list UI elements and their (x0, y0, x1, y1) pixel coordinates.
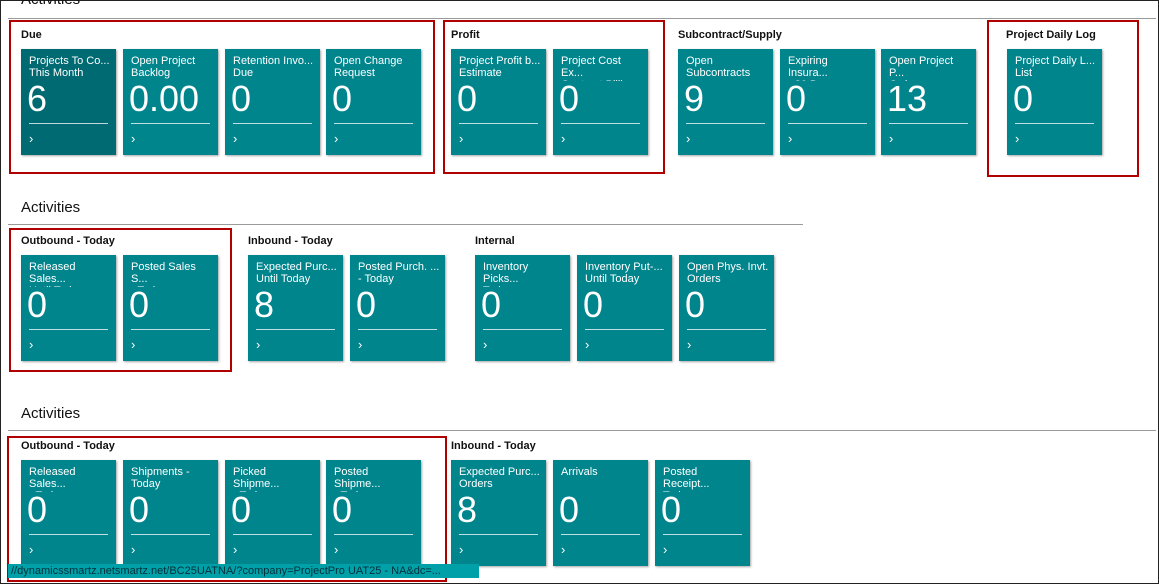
highlight-box-outbound-today (9, 228, 232, 372)
group-title-subcontract-supply: Subcontract/Supply (678, 29, 782, 41)
highlight-box-outbound-today-bottom (7, 436, 447, 582)
chevron-right-icon[interactable]: › (889, 132, 893, 145)
tile-value: 0 (481, 284, 502, 325)
tile-divider (663, 534, 742, 535)
chevron-right-icon[interactable]: › (358, 338, 362, 351)
tile-value: 0 (583, 284, 604, 325)
status-bar-url: //dynamicssmartz.netsmartz.net/BC25UATNA… (8, 564, 479, 578)
tile-value: 0 (685, 284, 706, 325)
tile-value: 0 (559, 489, 580, 530)
tile-inventory-put-aways-until-today[interactable]: Inventory Put-... Until Today 0 › (577, 255, 672, 361)
tile-value: 13 (887, 78, 928, 119)
tile-arrivals[interactable]: Arrivals 0 › (553, 460, 648, 566)
tile-value: 9 (684, 78, 705, 119)
tile-divider (459, 534, 538, 535)
tile-divider (687, 329, 766, 330)
tile-expected-purchase-orders[interactable]: Expected Purc... Orders 8 › (451, 460, 546, 566)
tile-value: 8 (457, 489, 478, 530)
group-title-internal: Internal (475, 235, 515, 247)
tile-posted-receipts-today[interactable]: Posted Receipt... Today 0 › (655, 460, 750, 566)
highlight-box-project-daily-log (987, 20, 1139, 177)
chevron-right-icon[interactable]: › (256, 338, 260, 351)
section-title-activities-1: Activities (21, 0, 80, 8)
tile-value: 8 (254, 284, 275, 325)
section-title-activities-2: Activities (21, 199, 81, 216)
chevron-right-icon[interactable]: › (483, 338, 487, 351)
tile-open-project-purchase-orders[interactable]: Open Project P... Orders 13 › (881, 49, 976, 155)
chevron-right-icon[interactable]: › (686, 132, 690, 145)
chevron-right-icon[interactable]: › (663, 543, 667, 556)
tile-inventory-picks-today[interactable]: Inventory Picks... Today 0 › (475, 255, 570, 361)
tile-expected-purchase-until-today[interactable]: Expected Purc... Until Today 8 › (248, 255, 343, 361)
highlight-box-profit (443, 20, 665, 174)
chevron-right-icon[interactable]: › (585, 338, 589, 351)
tile-divider (788, 123, 867, 124)
chevron-right-icon[interactable]: › (459, 543, 463, 556)
section-divider-1 (8, 18, 1156, 19)
tile-divider (256, 329, 335, 330)
tile-value: 0 (356, 284, 377, 325)
chevron-right-icon[interactable]: › (561, 543, 565, 556)
tile-divider (686, 123, 765, 124)
chevron-right-icon[interactable]: › (687, 338, 691, 351)
section-divider-3 (8, 430, 1156, 431)
tile-divider (561, 534, 640, 535)
tile-divider (483, 329, 562, 330)
tile-open-phys-invt-orders[interactable]: Open Phys. Invt. Orders 0 › (679, 255, 774, 361)
tile-posted-purchase-today[interactable]: Posted Purch. ... - Today 0 › (350, 255, 445, 361)
tile-divider (358, 329, 437, 330)
section-title-activities-3: Activities (21, 405, 81, 422)
tile-expiring-insurance[interactable]: Expiring Insura... - 30 Day 0 › (780, 49, 875, 155)
tile-divider (585, 329, 664, 330)
tile-divider (889, 123, 968, 124)
section-divider-2 (8, 224, 803, 225)
tile-open-subcontracts[interactable]: Open Subcontracts 9 › (678, 49, 773, 155)
tile-value: 0 (661, 489, 682, 530)
tile-value: 0 (786, 78, 807, 119)
group-title-inbound-today: Inbound - Today (248, 235, 333, 247)
chevron-right-icon[interactable]: › (788, 132, 792, 145)
group-title-inbound-today: Inbound - Today (451, 440, 536, 452)
highlight-box-due (9, 20, 435, 174)
